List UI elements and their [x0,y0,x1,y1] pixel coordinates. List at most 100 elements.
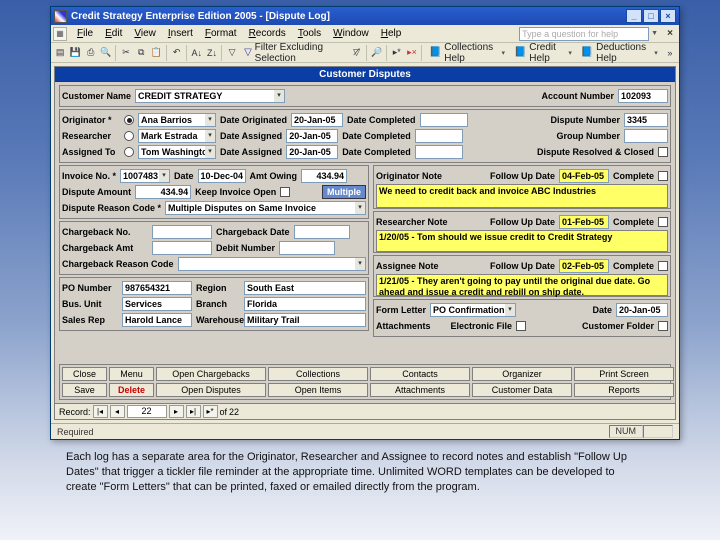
chevron-down-icon[interactable]: ▾ [205,129,216,143]
find-icon[interactable]: 🔎 [370,44,384,61]
nav-prev-button[interactable]: ◂ [110,405,125,418]
chargeback-reason-field[interactable]: ▾ [178,257,366,271]
form-letter-date-field[interactable]: 20-Jan-05 [616,303,668,317]
dispute-amount-field[interactable]: 434.94 [135,185,191,199]
group-number-field[interactable] [624,129,668,143]
originator-note-text[interactable]: We need to credit back and invoice ABC I… [376,184,668,208]
customer-folder-checkbox[interactable] [658,321,668,331]
nav-first-button[interactable]: |◂ [93,405,108,418]
region-field[interactable]: South East [244,281,366,295]
menu-view[interactable]: View [128,27,162,40]
open-chargebacks-button[interactable]: Open Chargebacks [156,367,266,381]
menu-format[interactable]: Format [199,27,243,40]
menu-button[interactable]: Menu [109,367,154,381]
po-number-field[interactable]: 987654321 [122,281,192,295]
undo-icon[interactable]: ↶ [169,44,183,61]
new-record-icon[interactable]: ▸* [390,44,404,61]
preview-icon[interactable]: 🔍 [99,44,113,61]
cut-icon[interactable]: ✂ [119,44,133,61]
toolbar-overflow-icon[interactable]: » [663,44,677,61]
print-screen-button[interactable]: Print Screen [574,367,674,381]
sales-rep-field[interactable]: Harold Lance [122,313,192,327]
chevron-down-icon[interactable]: ▾ [274,89,285,103]
menu-insert[interactable]: Insert [162,27,199,40]
print-icon[interactable]: ⎙ [84,44,98,61]
date-completed-2-field[interactable] [415,129,463,143]
assigned-radio[interactable] [124,147,134,157]
date-completed-1-field[interactable] [420,113,468,127]
chevron-down-icon[interactable]: ▾ [355,257,366,271]
child-window-icon[interactable]: ▦ [53,27,67,41]
deductions-help-button[interactable]: 📘 Deductions Help▾ [577,42,662,64]
menu-file[interactable]: File [71,27,99,40]
dispute-resolved-checkbox[interactable] [658,147,668,157]
menu-tools[interactable]: Tools [292,27,327,40]
help-search-input[interactable]: Type a question for help [519,27,649,41]
chevron-down-icon[interactable]: ▾ [205,145,216,159]
open-items-button[interactable]: Open Items [268,383,368,397]
invoice-date-field[interactable]: 10-Dec-04 [198,169,246,183]
filter-excluding-button[interactable]: ▽ Filter Excluding Selection [240,42,348,64]
debit-number-field[interactable] [279,241,335,255]
multiple-button[interactable]: Multiple [322,185,366,199]
nav-new-button[interactable]: ▸* [203,405,218,418]
amt-owing-field[interactable]: 434.94 [301,169,347,183]
collections-help-button[interactable]: 📘 Collections Help▾ [425,42,509,64]
chargeback-amt-field[interactable] [152,241,212,255]
chevron-down-icon[interactable]: ▾ [159,169,170,183]
researcher-field[interactable]: Mark Estrada▾ [138,129,216,143]
minimize-button[interactable]: _ [626,9,642,23]
assignee-complete-checkbox[interactable] [658,261,668,271]
open-disputes-button[interactable]: Open Disputes [156,383,266,397]
nav-next-button[interactable]: ▸ [169,405,184,418]
contacts-button[interactable]: Contacts [370,367,470,381]
menu-help[interactable]: Help [375,27,408,40]
child-close-button[interactable]: × [663,28,677,39]
organizer-button[interactable]: Organizer [472,367,572,381]
reports-button[interactable]: Reports [574,383,674,397]
menu-records[interactable]: Records [243,27,292,40]
date-completed-3-field[interactable] [415,145,463,159]
researcher-followup-field[interactable]: 01-Feb-05 [559,215,609,229]
close-button[interactable]: × [660,9,676,23]
record-current-field[interactable]: 22 [127,405,167,418]
credit-help-button[interactable]: 📘 Credit Help▾ [510,42,576,64]
electronic-file-checkbox[interactable] [516,321,526,331]
menu-window[interactable]: Window [327,27,375,40]
chargeback-date-field[interactable] [294,225,350,239]
close-form-button[interactable]: Close [62,367,107,381]
collections-button[interactable]: Collections [268,367,368,381]
originator-field[interactable]: Ana Barrios▾ [138,113,216,127]
dispute-number-field[interactable]: 3345 [624,113,668,127]
assigned-to-field[interactable]: Tom Washington▾ [138,145,216,159]
sort-desc-icon[interactable]: Z↓ [205,44,219,61]
sort-asc-icon[interactable]: A↓ [190,44,204,61]
bus-unit-field[interactable]: Services [122,297,192,311]
invoice-no-field[interactable]: 1007483▾ [120,169,170,183]
customer-data-button[interactable]: Customer Data [472,383,572,397]
menu-edit[interactable]: Edit [99,27,128,40]
form-letter-field[interactable]: PO Confirmation▾ [430,303,516,317]
branch-field[interactable]: Florida [244,297,366,311]
view-icon[interactable]: ▤ [53,44,67,61]
originator-complete-checkbox[interactable] [658,171,668,181]
keep-invoice-open-checkbox[interactable] [280,187,290,197]
save-button[interactable]: Save [62,383,107,397]
remove-filter-icon[interactable]: ▽̸ [350,44,364,61]
save-icon[interactable]: 💾 [68,44,82,61]
maximize-button[interactable]: □ [643,9,659,23]
chevron-down-icon[interactable]: ▾ [355,201,366,215]
filter-selection-icon[interactable]: ▽ [225,44,239,61]
researcher-radio[interactable] [124,131,134,141]
nav-last-button[interactable]: ▸| [186,405,201,418]
researcher-note-text[interactable]: 1/20/05 - Tom should we issue credit to … [376,230,668,252]
chevron-down-icon[interactable]: ▾ [505,303,516,317]
assignee-followup-field[interactable]: 02-Feb-05 [559,259,609,273]
warehouse-field[interactable]: Military Trail [244,313,366,327]
date-originated-field[interactable]: 20-Jan-05 [291,113,343,127]
originator-radio[interactable] [124,115,134,125]
help-dropdown-icon[interactable]: ▼ [649,30,660,37]
chevron-down-icon[interactable]: ▾ [205,113,216,127]
copy-icon[interactable]: ⧉ [134,44,148,61]
customer-name-field[interactable]: CREDIT STRATEGY▾ [135,89,285,103]
